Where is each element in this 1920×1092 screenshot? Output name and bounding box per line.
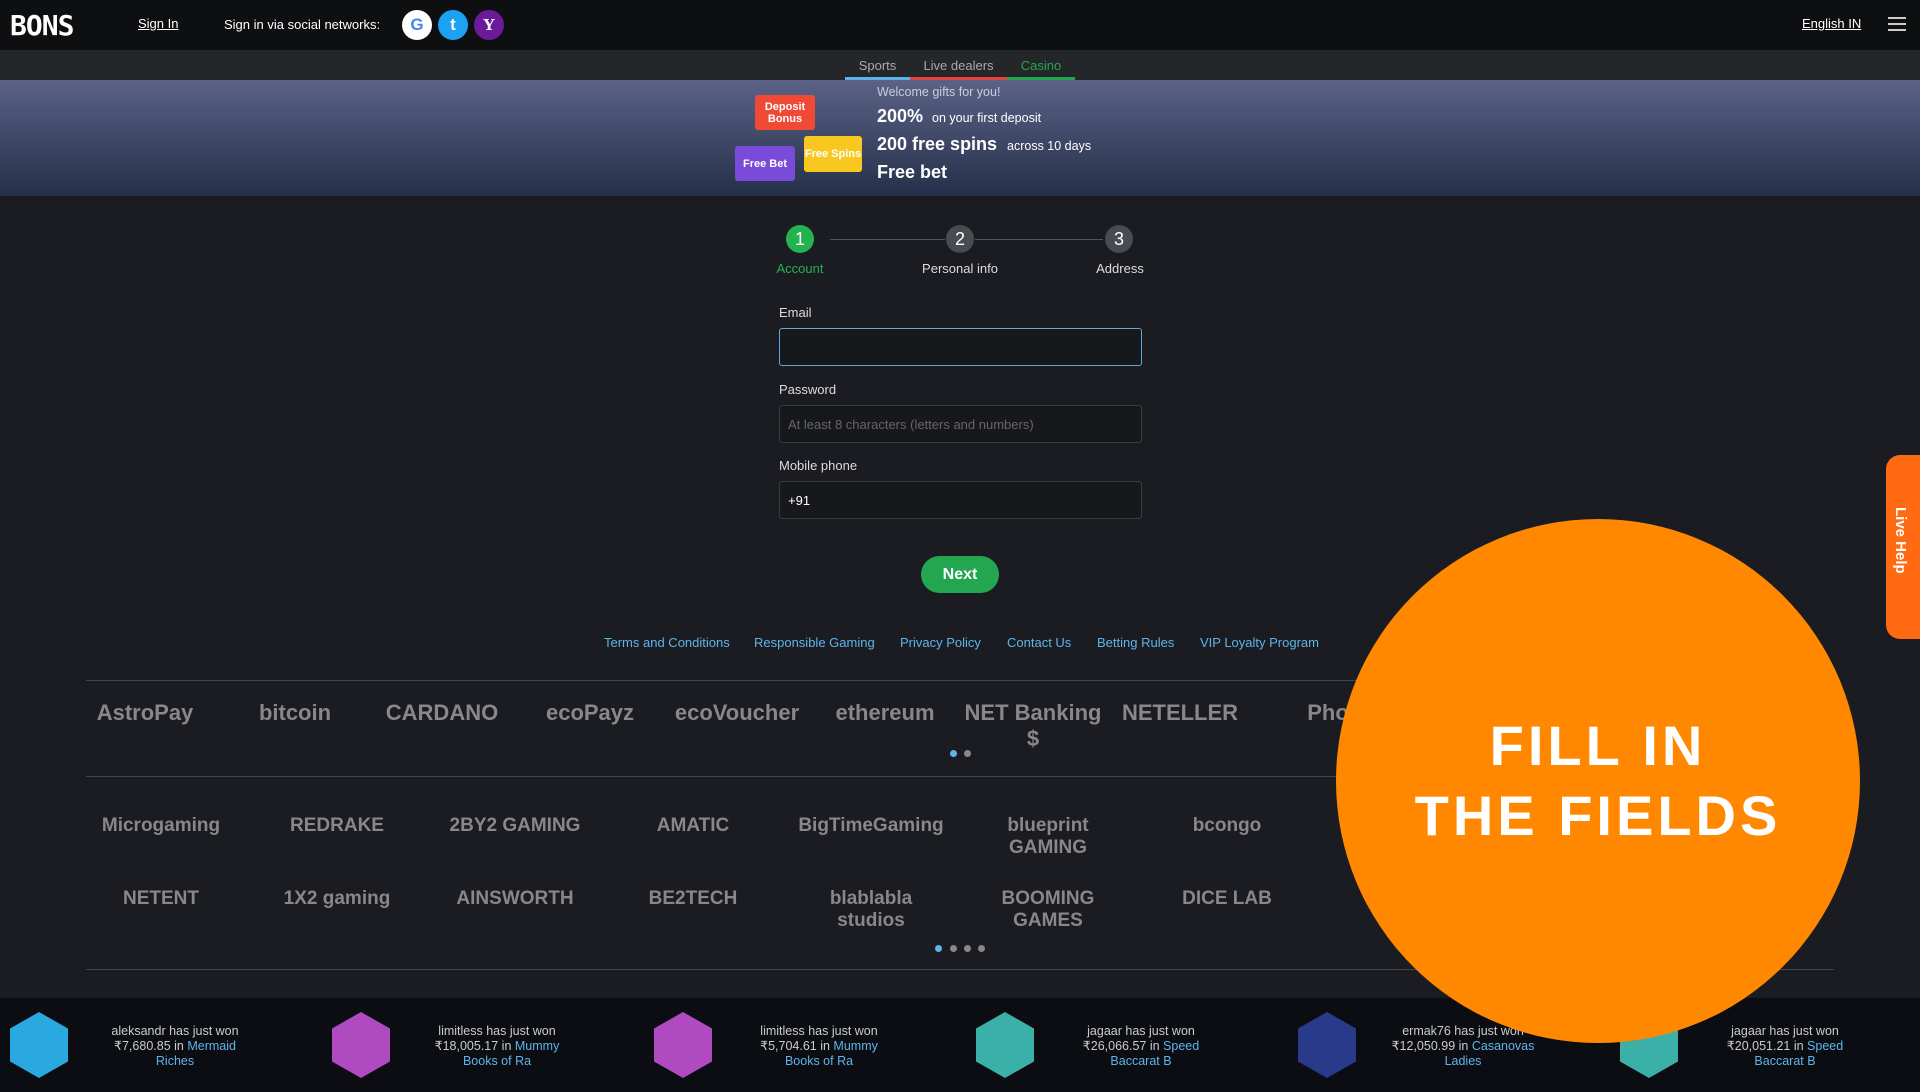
win-item: limitless has just won ₹18,005.17 in Mum… bbox=[422, 1024, 572, 1069]
step-1-circle: 1 bbox=[786, 225, 814, 253]
carousel-dot[interactable] bbox=[964, 945, 971, 952]
logo[interactable]: BONS bbox=[10, 9, 74, 42]
password-input[interactable] bbox=[779, 405, 1142, 443]
provider-logo[interactable]: 2BY2 GAMING bbox=[440, 815, 590, 837]
phone-label: Mobile phone bbox=[779, 458, 858, 473]
contact-link[interactable]: Contact Us bbox=[1007, 635, 1071, 650]
payment-logo[interactable]: ethereum bbox=[810, 700, 960, 726]
step-2-circle: 2 bbox=[946, 225, 974, 253]
banner-line2-small: across 10 days bbox=[1007, 139, 1092, 153]
vip-link[interactable]: VIP Loyalty Program bbox=[1200, 635, 1319, 650]
step-2-label: Personal info bbox=[922, 261, 998, 276]
betting-rules-link[interactable]: Betting Rules bbox=[1097, 635, 1174, 650]
provider-logo[interactable]: AINSWORTH bbox=[440, 888, 590, 910]
tab-sports[interactable]: Sports bbox=[845, 58, 910, 80]
next-button[interactable]: Next bbox=[921, 556, 999, 593]
step-1-label: Account bbox=[776, 261, 824, 276]
free-bet-badge: Free Bet bbox=[735, 146, 795, 181]
carousel-dot[interactable] bbox=[950, 750, 957, 757]
step-connector bbox=[975, 239, 1103, 240]
provider-logo[interactable]: 1X2 gaming bbox=[262, 888, 412, 910]
carousel-dot[interactable] bbox=[950, 945, 957, 952]
live-help-label: Live Help bbox=[1892, 507, 1909, 574]
provider-logo[interactable]: Microgaming bbox=[86, 815, 236, 837]
password-label: Password bbox=[779, 382, 837, 397]
deposit-bonus-badge: Deposit Bonus bbox=[755, 95, 815, 130]
email-label: Email bbox=[779, 305, 812, 320]
terms-link[interactable]: Terms and Conditions bbox=[604, 635, 730, 650]
banner-line1-small: on your first deposit bbox=[932, 111, 1042, 125]
provider-logo[interactable]: BE2TECH bbox=[618, 888, 768, 910]
payment-logo[interactable]: NET Banking $ bbox=[958, 700, 1108, 752]
phone-input[interactable] bbox=[779, 481, 1142, 519]
social-label: Sign in via social networks: bbox=[224, 17, 381, 32]
step-3-label: Address bbox=[1096, 261, 1144, 276]
payment-logo[interactable]: CARDANO bbox=[367, 700, 517, 726]
provider-logo[interactable]: AMATIC bbox=[618, 815, 768, 837]
win-item: jagaar has just won ₹26,066.57 in Speed … bbox=[1066, 1024, 1216, 1069]
yahoo-icon[interactable]: Y bbox=[474, 10, 504, 40]
step-connector bbox=[830, 239, 945, 240]
payment-logo[interactable]: AstroPay bbox=[70, 700, 220, 726]
carousel-dot[interactable] bbox=[935, 945, 942, 952]
payment-logo[interactable]: bitcoin bbox=[220, 700, 370, 726]
provider-logo[interactable]: NETENT bbox=[86, 888, 236, 910]
menu-icon[interactable] bbox=[1888, 17, 1906, 31]
carousel-dot[interactable] bbox=[978, 945, 985, 952]
banner-line3-big: Free bet bbox=[877, 162, 948, 182]
win-item: ermak76 has just won ₹12,050.99 in Casan… bbox=[1388, 1024, 1538, 1069]
win-item: jagaar has just won ₹20,051.21 in Speed … bbox=[1710, 1024, 1860, 1069]
live-help-button[interactable]: Live Help bbox=[1886, 455, 1920, 639]
overlay-line2: THE FIELDS bbox=[1414, 784, 1782, 847]
win-item: aleksandr has just won ₹7,680.85 in Merm… bbox=[100, 1024, 250, 1069]
payment-logo[interactable]: ecoVoucher bbox=[662, 700, 812, 726]
tab-casino[interactable]: Casino bbox=[1007, 58, 1075, 80]
provider-logo[interactable]: blablabla studios bbox=[796, 888, 946, 932]
payment-logo[interactable]: NETELLER bbox=[1105, 700, 1255, 726]
banner-line1-big: 200% bbox=[877, 106, 924, 126]
responsible-gaming-link[interactable]: Responsible Gaming bbox=[754, 635, 875, 650]
tab-live-dealers[interactable]: Live dealers bbox=[910, 58, 1007, 80]
provider-logo[interactable]: BigTimeGaming bbox=[796, 815, 946, 837]
banner-heading: Welcome gifts for you! bbox=[877, 85, 1001, 99]
language-selector[interactable]: English IN bbox=[1802, 16, 1861, 31]
provider-logo[interactable]: REDRAKE bbox=[262, 815, 412, 837]
google-icon[interactable]: G bbox=[402, 10, 432, 40]
twitter-icon[interactable]: t bbox=[438, 10, 468, 40]
win-item: limitless has just won ₹5,704.61 in Mumm… bbox=[744, 1024, 894, 1069]
email-input[interactable] bbox=[779, 328, 1142, 366]
provider-logo[interactable]: DICE LAB bbox=[1152, 888, 1302, 910]
fill-fields-overlay: FILL IN THE FIELDS bbox=[1336, 519, 1860, 1043]
provider-logo[interactable]: BOOMING GAMES bbox=[973, 888, 1123, 932]
banner-line2-big: 200 free spins bbox=[877, 134, 998, 154]
overlay-line1: FILL IN bbox=[1489, 714, 1707, 777]
sign-in-link[interactable]: Sign In bbox=[138, 16, 178, 31]
free-spins-badge: Free Spins bbox=[804, 136, 862, 172]
carousel-dot[interactable] bbox=[964, 750, 971, 757]
payment-logo[interactable]: ecoPayz bbox=[515, 700, 665, 726]
step-3-circle: 3 bbox=[1105, 225, 1133, 253]
provider-logo[interactable]: bcongo bbox=[1152, 815, 1302, 837]
provider-logo[interactable]: blueprint GAMING bbox=[973, 815, 1123, 859]
privacy-link[interactable]: Privacy Policy bbox=[900, 635, 981, 650]
